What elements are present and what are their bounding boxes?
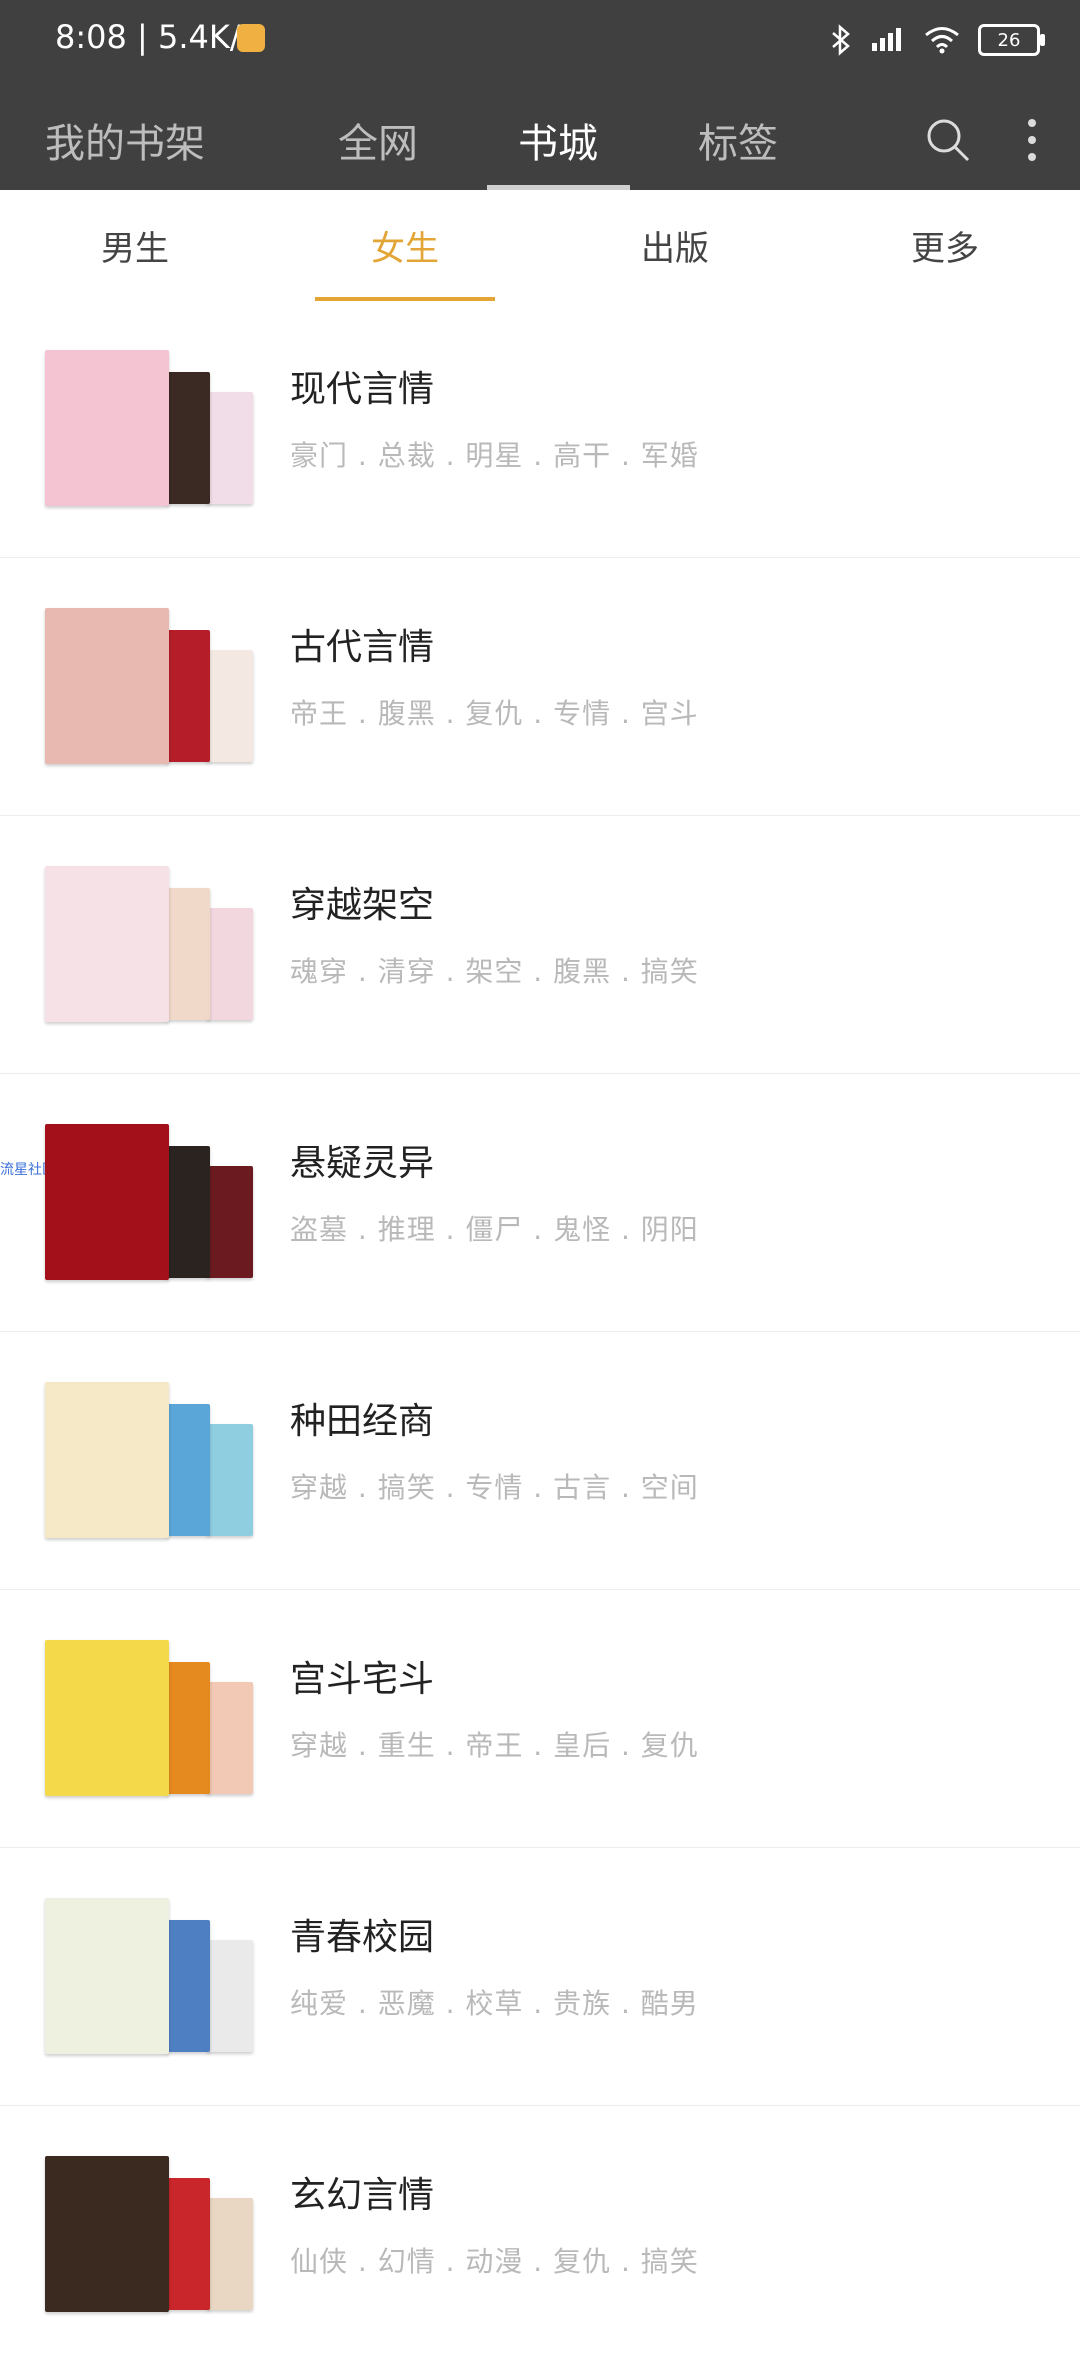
book-cover — [207, 1424, 253, 1536]
search-icon[interactable] — [918, 90, 978, 190]
category-row[interactable]: 宫斗宅斗 穿越 . 重生 . 帝王 . 皇后 . 复仇 — [0, 1590, 1080, 1848]
category-title: 宫斗宅斗 — [290, 1659, 435, 1700]
book-cover — [45, 1898, 169, 2054]
book-cover-stack — [45, 2156, 255, 2312]
more-icon[interactable] — [1010, 90, 1054, 190]
category-title: 悬疑灵异 — [290, 1143, 435, 1184]
subtab-male[interactable]: 男生 — [75, 190, 195, 300]
top-navigation: 我的书架 全网 书城 标签 — [0, 90, 1080, 190]
category-list: 现代言情 豪门 . 总裁 . 明星 . 高干 . 军婚 古代言情 帝王 . 腹黑… — [0, 300, 1080, 2363]
battery-icon: 26 — [978, 24, 1045, 56]
tab-my-bookshelf[interactable]: 我的书架 — [45, 90, 205, 190]
category-title: 玄幻言情 — [290, 2175, 435, 2216]
book-cover-stack — [45, 350, 255, 506]
category-title: 古代言情 — [290, 627, 435, 668]
book-cover — [45, 1124, 169, 1280]
book-cover — [165, 630, 210, 762]
subtab-label: 出版 — [641, 228, 709, 269]
wifi-icon — [924, 26, 960, 54]
book-cover — [165, 1404, 210, 1536]
category-tags: 豪门 . 总裁 . 明星 . 高干 . 军婚 — [290, 439, 699, 472]
book-cover — [207, 2198, 253, 2310]
category-tags: 仙侠 . 幻情 . 动漫 . 复仇 . 搞笑 — [290, 2245, 699, 2278]
category-tabs: 男生 女生 出版 更多 — [0, 190, 1080, 300]
app-header: 8:08 | 5.4K/s 26 我的书架 全网 书城 标签 — [0, 0, 1080, 190]
book-cover — [207, 908, 253, 1020]
subtab-label: 更多 — [911, 228, 979, 269]
status-time: 8:08 | 5.4K/s — [55, 18, 258, 56]
book-cover — [207, 1940, 253, 2052]
battery-level: 26 — [997, 29, 1021, 51]
book-cover — [207, 650, 253, 762]
book-cover — [45, 1382, 169, 1538]
category-row[interactable]: 种田经商 穿越 . 搞笑 . 专情 . 古言 . 空间 — [0, 1332, 1080, 1590]
subtab-female[interactable]: 女生 — [345, 190, 465, 300]
category-tags: 穿越 . 搞笑 . 专情 . 古言 . 空间 — [290, 1471, 699, 1504]
book-cover — [165, 372, 210, 504]
tab-label: 书城 — [518, 121, 598, 167]
category-row[interactable]: 穿越架空 魂穿 . 清穿 . 架空 . 腹黑 . 搞笑 — [0, 816, 1080, 1074]
category-row[interactable]: 玄幻言情 仙侠 . 幻情 . 动漫 . 复仇 . 搞笑 — [0, 2106, 1080, 2363]
category-row[interactable]: 悬疑灵异 盗墓 . 推理 . 僵尸 . 鬼怪 . 阴阳 — [0, 1074, 1080, 1332]
book-cover — [45, 1640, 169, 1796]
category-title: 种田经商 — [290, 1401, 435, 1442]
signal-icon — [870, 27, 906, 53]
tab-label: 全网 — [338, 121, 418, 167]
status-bar: 8:08 | 5.4K/s 26 — [0, 0, 1080, 80]
subtab-more[interactable]: 更多 — [885, 190, 1005, 300]
category-tags: 魂穿 . 清穿 . 架空 . 腹黑 . 搞笑 — [290, 955, 699, 988]
book-cover-stack — [45, 1124, 255, 1280]
book-cover-stack — [45, 1898, 255, 2054]
tab-label: 标签 — [698, 121, 778, 167]
tab-whole-web[interactable]: 全网 — [318, 90, 438, 190]
category-title: 现代言情 — [290, 369, 435, 410]
book-cover — [207, 1166, 253, 1278]
category-row[interactable]: 现代言情 豪门 . 总裁 . 明星 . 高干 . 军婚 — [0, 300, 1080, 558]
category-tags: 盗墓 . 推理 . 僵尸 . 鬼怪 . 阴阳 — [290, 1213, 699, 1246]
book-cover — [165, 1146, 210, 1278]
book-cover — [207, 392, 253, 504]
subtab-label: 男生 — [101, 228, 169, 269]
book-cover-stack — [45, 608, 255, 764]
category-tags: 穿越 . 重生 . 帝王 . 皇后 . 复仇 — [290, 1729, 699, 1762]
tab-tags[interactable]: 标签 — [678, 90, 798, 190]
book-cover — [165, 2178, 210, 2310]
app-notification-icon — [237, 24, 265, 52]
category-row[interactable]: 青春校园 纯爱 . 恶魔 . 校草 . 贵族 . 酷男 — [0, 1848, 1080, 2106]
tab-label: 我的书架 — [45, 121, 205, 167]
book-cover — [45, 608, 169, 764]
book-cover — [207, 1682, 253, 1794]
book-cover — [165, 1920, 210, 2052]
tab-bookstore[interactable]: 书城 — [498, 90, 618, 190]
category-tags: 帝王 . 腹黑 . 复仇 . 专情 . 宫斗 — [290, 697, 699, 730]
subtab-publishing[interactable]: 出版 — [615, 190, 735, 300]
book-cover — [165, 1662, 210, 1794]
status-icons: 26 — [830, 18, 1045, 62]
book-cover — [165, 888, 210, 1020]
book-cover — [45, 866, 169, 1022]
category-row[interactable]: 古代言情 帝王 . 腹黑 . 复仇 . 专情 . 宫斗 — [0, 558, 1080, 816]
bluetooth-icon — [830, 24, 852, 56]
book-cover-stack — [45, 1382, 255, 1538]
subtab-label: 女生 — [371, 228, 439, 269]
book-cover — [45, 2156, 169, 2312]
category-title: 穿越架空 — [290, 885, 435, 926]
category-title: 青春校园 — [290, 1917, 435, 1958]
book-cover-stack — [45, 1640, 255, 1796]
book-cover-stack — [45, 866, 255, 1022]
book-cover — [45, 350, 169, 506]
category-tags: 纯爱 . 恶魔 . 校草 . 贵族 . 酷男 — [290, 1987, 699, 2020]
